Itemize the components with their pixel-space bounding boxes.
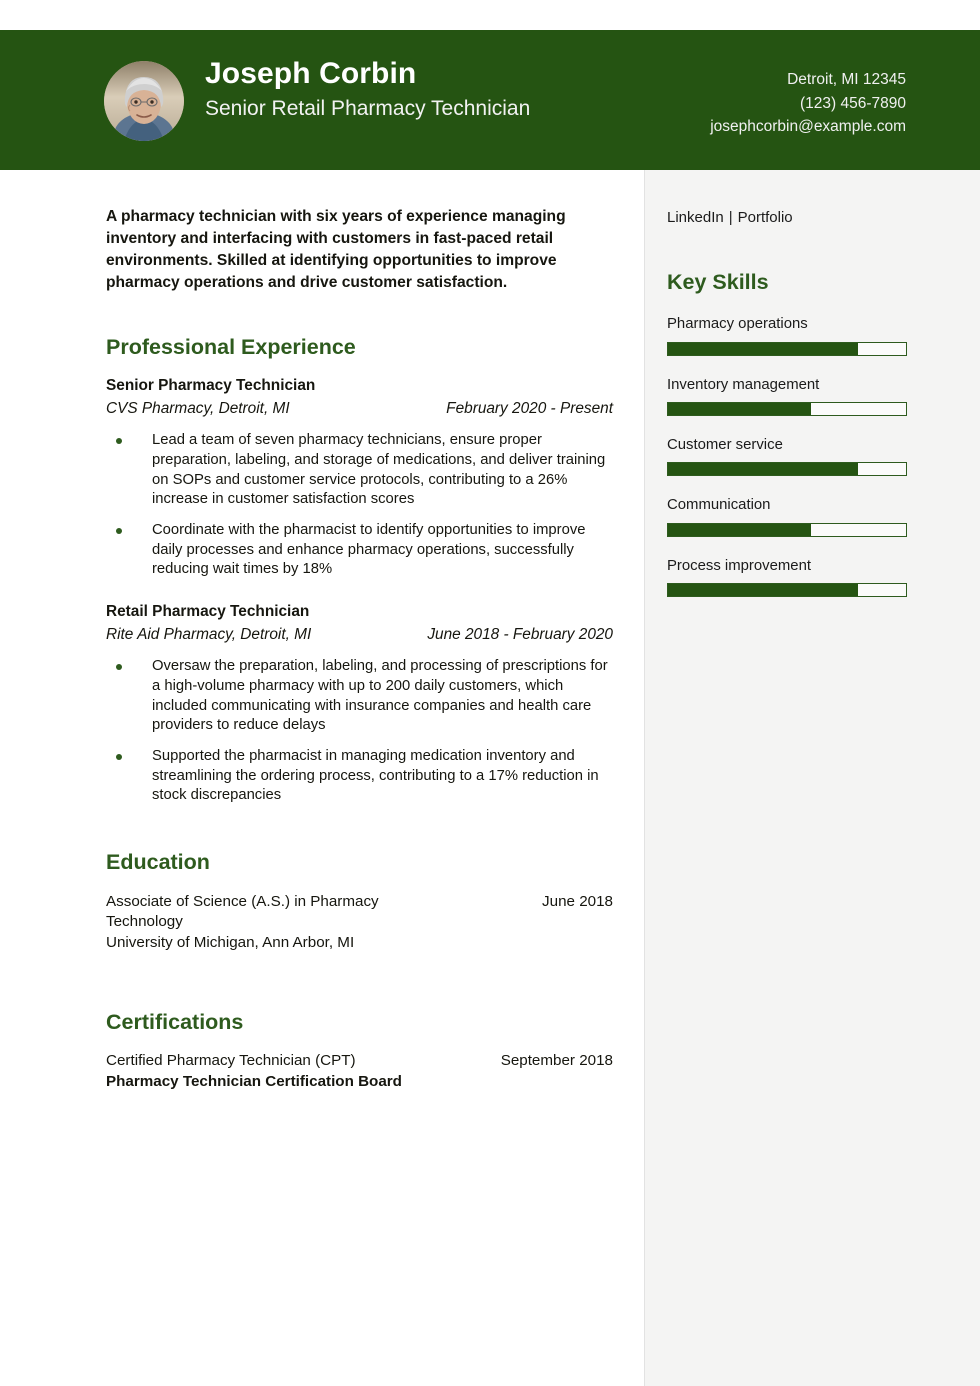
skill-level-fill	[668, 403, 811, 416]
job-role: Retail Pharmacy Technician	[106, 603, 310, 621]
skill-item: Process improvement	[667, 557, 927, 598]
skill-item: Communication	[667, 496, 927, 537]
job-dates: February 2020 - Present	[446, 400, 613, 418]
job-bullet-text: Coordinate with the pharmacist to identi…	[152, 522, 586, 578]
contact-block: Detroit, MI 12345 (123) 456-7890 josephc…	[710, 68, 906, 139]
certification-item: Certified Pharmacy Technician (CPT) Phar…	[106, 1051, 613, 1092]
skill-item: Customer service	[667, 436, 927, 477]
section-heading-education: Education	[106, 849, 210, 874]
job-bullet-text: Oversaw the preparation, labeling, and p…	[152, 658, 608, 734]
bullet-dot-icon	[116, 438, 122, 445]
certification-date: September 2018	[500, 1052, 613, 1070]
job-bullet: Supported the pharmacist in managing med…	[106, 747, 613, 806]
skill-item: Pharmacy operations	[667, 315, 927, 356]
identity-block: Joseph Corbin Senior Retail Pharmacy Tec…	[205, 57, 530, 122]
contact-location: Detroit, MI 12345	[787, 71, 906, 88]
profile-photo-icon	[104, 61, 184, 141]
job-dates: June 2018 - February 2020	[427, 625, 613, 643]
resume-header: Joseph Corbin Senior Retail Pharmacy Tec…	[0, 30, 980, 170]
job-bullet: Oversaw the preparation, labeling, and p…	[106, 657, 613, 736]
skill-label: Process improvement	[667, 557, 811, 574]
skill-level-bar	[667, 522, 907, 537]
job-bullet-text: Lead a team of seven pharmacy technician…	[152, 432, 606, 508]
link-separator: |	[728, 209, 733, 226]
skill-level-fill	[668, 523, 811, 536]
section-education: Education Associate of Science (A.S.) in…	[106, 850, 613, 954]
education-school: University of Michigan, Ann Arbor, MI	[106, 934, 355, 951]
resume-body: A pharmacy technician with six years of …	[0, 170, 980, 1386]
education-item: Associate of Science (A.S.) in Pharmacy …	[106, 892, 613, 954]
link-portfolio[interactable]: Portfolio	[738, 209, 793, 226]
page-top-margin	[0, 0, 980, 30]
education-degree: Associate of Science (A.S.) in Pharmacy …	[106, 892, 379, 931]
job-bullet-list: Lead a team of seven pharmacy technician…	[106, 431, 613, 580]
skill-level-bar	[667, 462, 907, 477]
skill-item: Inventory management	[667, 376, 927, 417]
skill-label: Customer service	[667, 437, 783, 454]
sidebar-column: LinkedIn | Portfolio Key Skills Pharmacy o…	[644, 170, 980, 1386]
link-linkedin[interactable]: LinkedIn	[667, 209, 724, 226]
section-certifications: Certifications Certified Pharmacy Techni…	[106, 1010, 613, 1093]
page-title: Joseph Corbin	[205, 57, 417, 90]
skill-level-fill	[668, 342, 859, 355]
job-bullet: Lead a team of seven pharmacy technician…	[106, 431, 613, 510]
job-role: Senior Pharmacy Technician	[106, 377, 316, 395]
skill-level-bar	[667, 402, 907, 417]
bullet-dot-icon	[116, 528, 122, 535]
skill-level-bar	[667, 583, 907, 598]
experience-item: Senior Pharmacy Technician CVS Pharmacy,…	[106, 376, 613, 580]
job-organization: CVS Pharmacy, Detroit, MI	[106, 400, 290, 418]
main-column: A pharmacy technician with six years of …	[0, 170, 643, 1386]
contact-phone[interactable]: (123) 456-7890	[710, 92, 906, 116]
profile-links: LinkedIn | Portfolio	[667, 208, 927, 228]
resume-page: Joseph Corbin Senior Retail Pharmacy Tec…	[0, 0, 980, 1386]
skill-label: Inventory management	[667, 376, 820, 393]
education-date: June 2018	[542, 892, 613, 910]
section-experience: Professional Experience Senior Pharmacy …	[106, 335, 613, 806]
section-heading-experience: Professional Experience	[106, 334, 356, 359]
skill-label: Communication	[667, 497, 771, 514]
bullet-dot-icon	[116, 664, 122, 671]
section-heading-certifications: Certifications	[106, 1009, 244, 1034]
skill-level-fill	[668, 463, 859, 476]
header-job-title: Senior Retail Pharmacy Technician	[205, 96, 531, 120]
skill-level-bar	[667, 341, 907, 356]
skill-label: Pharmacy operations	[667, 316, 808, 333]
certification-issuer: Pharmacy Technician Certification Board	[106, 1073, 402, 1091]
job-organization: Rite Aid Pharmacy, Detroit, MI	[106, 625, 312, 643]
contact-email[interactable]: josephcorbin@example.com	[710, 115, 906, 139]
job-bullet-list: Oversaw the preparation, labeling, and p…	[106, 657, 613, 806]
job-bullet-text: Supported the pharmacist in managing med…	[152, 747, 599, 804]
experience-item: Retail Pharmacy Technician Rite Aid Phar…	[106, 602, 613, 806]
section-heading-key-skills: Key Skills	[667, 269, 769, 294]
professional-summary: A pharmacy technician with six years of …	[106, 208, 566, 292]
skill-level-fill	[668, 584, 859, 597]
certification-title: Certified Pharmacy Technician (CPT)	[106, 1052, 356, 1070]
avatar	[104, 61, 184, 141]
job-bullet: Coordinate with the pharmacist to identi…	[106, 521, 613, 580]
bullet-dot-icon	[116, 753, 122, 760]
